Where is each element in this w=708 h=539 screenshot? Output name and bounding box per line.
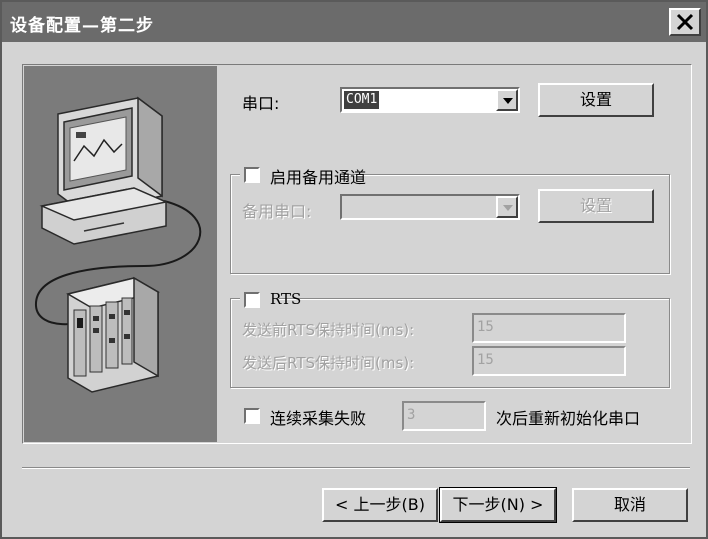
window-title: 设备配置—第二步 [10,16,154,36]
dialog-window: 设备配置—第二步 串口: COM1 设置 启用备用通道 备用串口: 设置 RTS… [0,0,708,539]
close-icon [676,13,694,31]
retry-label: 连续采集失败 [270,409,367,428]
serial-port-dropdown-button[interactable] [496,89,518,111]
rts-legend: RTS [240,288,301,310]
bottom-divider [22,467,690,469]
backup-channel-legend: 启用备用通道 [240,163,366,187]
rts-label: RTS [270,290,302,308]
backup-channel-label: 启用备用通道 [270,168,367,187]
dropdown-arrow-icon [503,205,513,211]
cancel-button[interactable]: 取消 [572,488,688,522]
serial-port-select[interactable]: COM1 [340,87,520,113]
rts-after-input[interactable]: 15 [472,346,626,376]
computer-icon [34,96,202,393]
serial-port-value: COM1 [344,91,380,109]
rts-before-input[interactable]: 15 [472,313,626,343]
retry-suffix-label: 次后重新初始化串口 [496,409,641,428]
backup-serial-value [344,198,348,216]
close-button[interactable] [669,8,701,36]
title-bar: 设备配置—第二步 [2,2,706,42]
backup-serial-select[interactable] [340,194,520,220]
serial-port-label: 串口: [242,94,280,113]
rts-before-label: 发送前RTS保持时间(ms): [242,321,415,339]
device-icon [66,276,160,393]
next-button[interactable]: 下一步(N) > [439,487,557,523]
rts-checkbox[interactable] [244,292,260,308]
backup-serial-dropdown-button[interactable] [496,196,518,218]
serial-settings-button[interactable]: 设置 [538,83,654,117]
dropdown-arrow-icon [503,98,513,104]
backup-serial-label: 备用串口: [242,202,312,221]
backup-settings-button[interactable]: 设置 [538,189,654,223]
retry-checkbox[interactable] [244,408,260,424]
prev-button[interactable]: < 上一步(B) [322,488,438,522]
backup-channel-checkbox[interactable] [244,167,260,183]
rts-after-label: 发送后RTS保持时间(ms): [242,354,415,372]
wizard-illustration [24,66,217,442]
retry-count-input[interactable]: 3 [402,401,486,431]
